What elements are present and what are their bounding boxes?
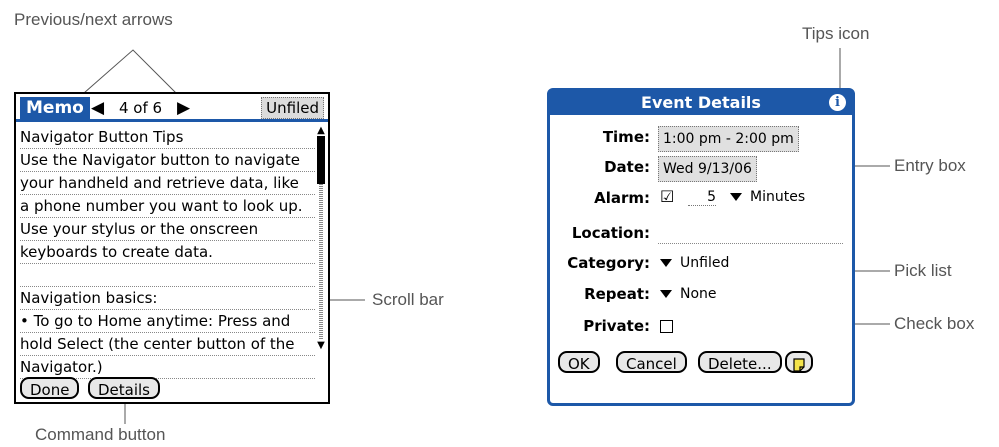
memo-record-counter: 4 of 6 <box>119 99 163 117</box>
dialog-title: Event Details <box>550 91 852 115</box>
private-label: Private: <box>583 317 650 335</box>
repeat-value: None <box>680 286 717 302</box>
memo-text-area[interactable]: Navigator Button Tips Use the Navigator b… <box>20 126 315 379</box>
memo-app-title[interactable]: Memo <box>20 97 90 119</box>
memo-text-line: Use your stylus or the onscreen <box>20 218 315 241</box>
delete-button[interactable]: Delete... <box>698 351 782 373</box>
callout-prev-next-arrows: Previous/next arrows <box>14 10 173 29</box>
alarm-amount-field[interactable]: 5 <box>688 189 716 206</box>
scroll-down-arrow-icon[interactable]: ▼ <box>316 341 326 351</box>
callout-entry-box: Entry box <box>894 156 966 175</box>
memo-text-line: Navigator Button Tips <box>20 126 315 149</box>
callout-command-button: Command button <box>35 425 166 444</box>
repeat-label: Repeat: <box>584 285 650 303</box>
pick-list-triangle-icon <box>730 193 742 201</box>
event-details-dialog: Event Details i Time: 1:00 pm - 2:00 pm … <box>547 88 855 406</box>
previous-arrow-icon[interactable]: ◀ <box>91 97 104 119</box>
scroll-thumb[interactable] <box>317 136 325 184</box>
date-entry-box[interactable]: Wed 9/13/06 <box>658 156 757 182</box>
alarm-checkbox[interactable]: ☑ <box>660 187 674 206</box>
cancel-button[interactable]: Cancel <box>616 351 687 373</box>
memo-text-line: your handheld and retrieve data, like <box>20 172 315 195</box>
time-entry-box[interactable]: 1:00 pm - 2:00 pm <box>658 126 799 152</box>
location-label: Location: <box>571 224 650 242</box>
next-arrow-icon[interactable]: ▶ <box>177 97 190 119</box>
alarm-unit-value: Minutes <box>750 189 806 205</box>
memo-screen: Memo ◀ 4 of 6 ▶ Unfiled Navigator Button… <box>14 92 330 404</box>
pick-list-triangle-icon <box>660 259 672 267</box>
memo-text-line: hold Select (the center button of the <box>20 333 315 356</box>
scroll-up-arrow-icon[interactable]: ▲ <box>316 126 326 136</box>
tips-icon[interactable]: i <box>829 94 846 111</box>
category-value: Unfiled <box>680 255 730 271</box>
note-icon <box>793 357 805 372</box>
memo-category-picker[interactable]: Unfiled <box>261 97 324 119</box>
memo-titlebar-underline <box>16 119 328 122</box>
memo-text-line: Navigator.) <box>20 356 315 379</box>
callout-pick-list: Pick list <box>894 261 952 280</box>
details-button[interactable]: Details <box>88 377 161 399</box>
memo-text-line: Use the Navigator button to navigate <box>20 149 315 172</box>
alarm-label: Alarm: <box>594 189 650 207</box>
memo-text-line: a phone number you want to look up. <box>20 195 315 218</box>
note-button[interactable] <box>785 351 813 373</box>
private-checkbox[interactable] <box>660 320 673 333</box>
date-label: Date: <box>604 158 650 176</box>
memo-scroll-bar[interactable]: ▲ ▼ <box>316 126 326 351</box>
callout-check-box: Check box <box>894 314 975 333</box>
pick-list-triangle-icon <box>660 290 672 298</box>
memo-text-line <box>20 264 315 287</box>
location-field[interactable] <box>658 231 843 244</box>
memo-text-line: Navigation basics: <box>20 287 315 310</box>
time-label: Time: <box>602 128 650 146</box>
callout-tips-icon: Tips icon <box>802 24 870 43</box>
category-label: Category: <box>567 254 650 272</box>
ok-button[interactable]: OK <box>558 351 600 373</box>
memo-text-line: • To go to Home anytime: Press and <box>20 310 315 333</box>
done-button[interactable]: Done <box>20 377 80 399</box>
category-pick-list[interactable]: Unfiled <box>660 255 729 271</box>
callout-scroll-bar: Scroll bar <box>372 290 444 309</box>
alarm-unit-pick-list[interactable]: Minutes <box>730 189 805 205</box>
memo-text-line: keyboards to create data. <box>20 241 315 264</box>
repeat-pick-list[interactable]: None <box>660 286 717 302</box>
